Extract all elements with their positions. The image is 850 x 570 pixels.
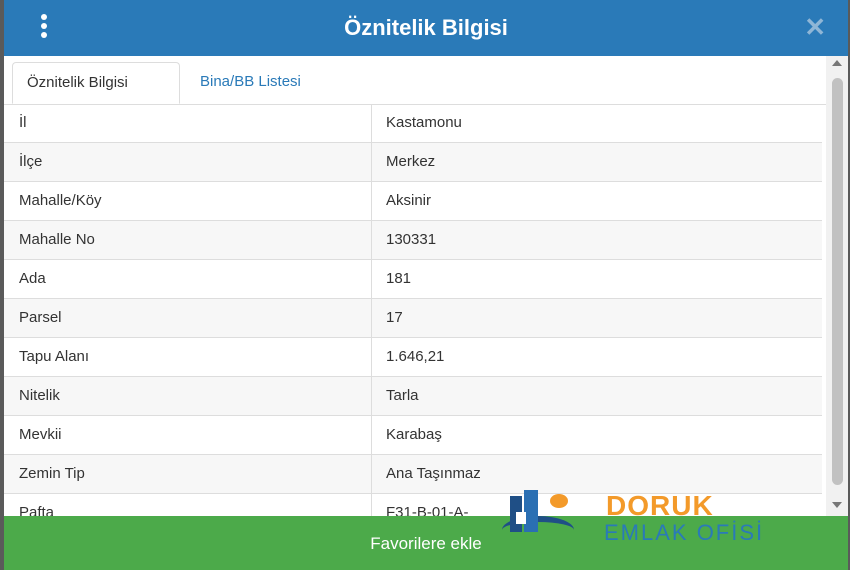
row-key: Tapu Alanı xyxy=(4,338,372,376)
dialog-titlebar: Öznitelik Bilgisi ✕ xyxy=(4,0,848,56)
row-key: Mahalle No xyxy=(4,221,372,259)
row-key: Parsel xyxy=(4,299,372,337)
table-row: Mahalle No 130331 xyxy=(4,221,822,260)
dialog-title: Öznitelik Bilgisi xyxy=(344,15,508,40)
scroll-up-arrow-icon[interactable] xyxy=(832,60,842,66)
row-value: 181 xyxy=(386,270,412,287)
scroll-down-arrow-icon[interactable] xyxy=(832,502,842,508)
vertical-scrollbar[interactable] xyxy=(826,56,848,516)
row-value: 17 xyxy=(386,309,403,326)
tab-attribute-info[interactable]: Öznitelik Bilgisi xyxy=(12,62,180,104)
scrollbar-thumb[interactable] xyxy=(832,78,843,485)
row-key: İlçe xyxy=(4,143,372,181)
row-value: Merkez xyxy=(386,153,436,170)
row-key: Zemin Tip xyxy=(4,455,372,493)
table-row: Mahalle/Köy Aksinir xyxy=(4,182,822,221)
row-value: 1.646,21 xyxy=(386,348,445,365)
tab-bar: Öznitelik Bilgisi Bina/BB Listesi xyxy=(4,56,826,105)
attribute-table: İl Kastamonu İlçe Merkez Mahalle/Köy Aksini… xyxy=(4,104,822,533)
table-row: Nitelik Tarla xyxy=(4,377,822,416)
row-value: 130331 xyxy=(386,231,437,248)
table-row: Ada 181 xyxy=(4,260,822,299)
attribute-info-dialog: Öznitelik Bilgisi ✕ Öznitelik Bilgisi Bi… xyxy=(4,0,848,570)
tab-building-list[interactable]: Bina/BB Listesi xyxy=(186,62,315,104)
watermark-logo: DORUK EMLAK OFİSİ xyxy=(496,486,796,556)
logo-sun-icon xyxy=(550,494,568,508)
watermark-line2: EMLAK OFİSİ xyxy=(604,520,765,545)
table-row: Tapu Alanı 1.646,21 xyxy=(4,338,822,377)
row-key: Mahalle/Köy xyxy=(4,182,372,220)
table-row: Mevkii Karabaş xyxy=(4,416,822,455)
logo-window-icon xyxy=(516,512,526,524)
table-row: İlçe Merkez xyxy=(4,143,822,182)
row-key: Ada xyxy=(4,260,372,298)
row-key: Mevkii xyxy=(4,416,372,454)
row-key: İl xyxy=(4,104,372,142)
table-row: Parsel 17 xyxy=(4,299,822,338)
row-key: Nitelik xyxy=(4,377,372,415)
row-value: Tarla xyxy=(386,387,419,404)
row-value: Kastamonu xyxy=(386,114,462,131)
row-value: Aksinir xyxy=(386,192,432,209)
logo-building-icon xyxy=(524,490,538,532)
close-icon[interactable]: ✕ xyxy=(804,14,826,40)
watermark-line1: DORUK xyxy=(606,490,714,521)
row-value: Karabaş xyxy=(386,426,442,443)
table-row: İl Kastamonu xyxy=(4,104,822,143)
